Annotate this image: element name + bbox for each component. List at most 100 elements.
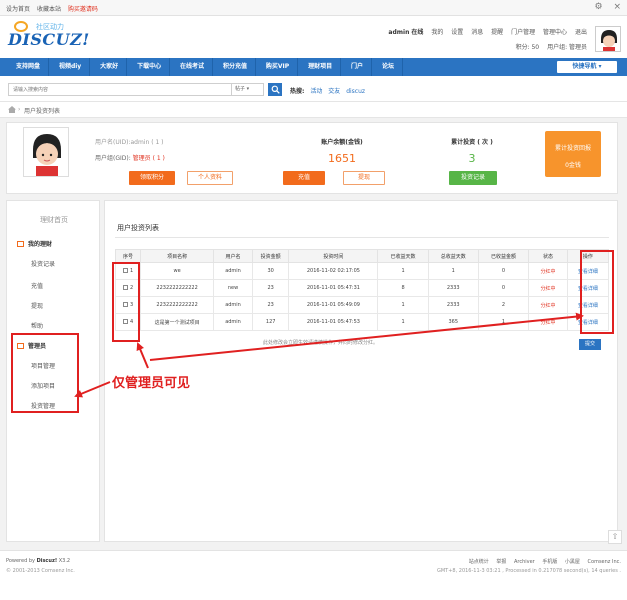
total-days-cell: 1	[427, 262, 479, 280]
username-cell: admin	[213, 313, 253, 331]
column-header: 已收益金额	[477, 249, 530, 263]
total-days-cell: 2333	[427, 279, 479, 297]
nav-item-netdisk[interactable]: 支持网盘	[8, 58, 50, 76]
breadcrumb: › 用户投资列表	[0, 102, 627, 118]
nav-item-hello[interactable]: 大家好	[92, 58, 128, 76]
sidebar-item-help[interactable]: 帮助	[31, 321, 43, 330]
footer-link-mobile[interactable]: 手机版	[542, 559, 557, 565]
usergroup-link[interactable]: 用户组: 管理员	[547, 44, 587, 51]
sidebar-item-investment-record[interactable]: 投资记录	[31, 259, 55, 268]
my-link[interactable]: 我的	[431, 29, 443, 36]
project-name-cell: 这是第一个测试项目	[140, 313, 215, 331]
buy-invite-link[interactable]: 购买邀请码	[68, 6, 98, 13]
breadcrumb-current: 用户投资列表	[24, 108, 61, 115]
page-title: 用户投资列表	[117, 224, 159, 232]
footer-link-comsenz[interactable]: Comsenz Inc.	[588, 559, 621, 565]
discuz-logo[interactable]: 社区动力 DISCUZ!	[6, 20, 89, 54]
sidebar-item-investment-manage[interactable]: 投资管理	[31, 401, 55, 410]
time-cell: 2016-11-01 05:47:53	[288, 313, 379, 331]
recharge-button[interactable]: 充值	[283, 171, 325, 185]
time-cell: 2016-11-02 02:17:05	[288, 262, 379, 280]
hot-word-link[interactable]: 活动	[310, 88, 322, 95]
sidebar-title[interactable]: 理财首页	[7, 215, 101, 225]
sidebar-section-admin[interactable]: 管理员	[17, 341, 46, 350]
action-column-highlight	[580, 250, 614, 334]
withdraw-button[interactable]: 提现	[343, 171, 385, 185]
user-links-row1: admin 在线 我的 设置 消息 提醒 门户管理 管理中心 退出	[382, 27, 587, 36]
table-row: 4 这是第一个测试项目 admin 127 2016-11-01 05:47:5…	[114, 313, 610, 331]
search-scope-select[interactable]: 帖子 ▾	[232, 83, 264, 96]
search-bar: 帖子 ▾ 热搜: 活动 交友 discuz	[0, 76, 627, 102]
site-header: 社区动力 DISCUZ! admin 在线 我的 设置 消息 提醒 门户管理 管…	[0, 16, 627, 58]
footer-link-archiver[interactable]: Archiver	[514, 559, 535, 565]
column-header: 总收益天数	[427, 249, 479, 263]
nav-item-buy-vip[interactable]: 购买VIP	[258, 58, 299, 76]
bookmark-link[interactable]: 收藏本站	[37, 6, 61, 13]
profile-avatar	[23, 127, 69, 177]
avatar-icon	[24, 128, 68, 176]
sidebar-item-withdraw[interactable]: 提现	[31, 301, 43, 310]
set-homepage-link[interactable]: 设为首页	[6, 6, 30, 13]
nav-item-forum[interactable]: 论坛	[374, 58, 403, 76]
close-icon[interactable]: ×	[613, 2, 621, 12]
column-header: 已收益天数	[377, 249, 429, 263]
home-icon[interactable]	[8, 106, 16, 113]
scroll-top-icon[interactable]: ⇧	[608, 530, 622, 544]
search-input[interactable]	[8, 83, 232, 96]
portal-admin-link[interactable]: 门户管理	[511, 29, 535, 36]
amount-cell: 23	[251, 296, 290, 314]
logout-link[interactable]: 退出	[575, 29, 587, 36]
site-footer: Powered by Discuz! X3.2 © 2001-2013 Coms…	[0, 550, 627, 600]
powered-brand-link[interactable]: Discuz!	[37, 558, 58, 564]
investment-return-card[interactable]: 累计投资回报 0金钱	[545, 131, 601, 177]
messages-link[interactable]: 消息	[471, 29, 483, 36]
column-header: 投资金额	[251, 249, 290, 263]
amount-cell: 23	[251, 279, 290, 297]
admin-center-link[interactable]: 管理中心	[543, 29, 567, 36]
claim-points-button[interactable]: 领取积分	[129, 171, 175, 185]
wallet-icon	[17, 241, 24, 247]
submit-button[interactable]: 提交	[579, 339, 601, 350]
hot-word-link[interactable]: discuz	[346, 88, 365, 95]
investment-record-button[interactable]: 投资记录	[449, 171, 497, 185]
investment-return-label: 累计投资回报	[554, 145, 591, 152]
sidebar-item-add-project[interactable]: 添加项目	[31, 381, 55, 390]
nav-item-download[interactable]: 下载中心	[129, 58, 171, 76]
username-link[interactable]: admin 在线	[388, 29, 423, 36]
personal-info-button[interactable]: 个人资料	[187, 171, 233, 185]
profile-usergroup: 用户组(GID): 管理员 ( 1 )	[95, 153, 165, 162]
column-header: 序号	[114, 249, 142, 263]
sidebar-item-recharge[interactable]: 充值	[31, 281, 43, 290]
nav-item-points-recharge[interactable]: 积分充值	[215, 58, 256, 76]
nav-item-exam[interactable]: 在线考试	[172, 58, 214, 76]
total-days-cell: 365	[427, 313, 479, 331]
header-avatar[interactable]	[595, 26, 621, 52]
sidebar-item-project-manage[interactable]: 项目管理	[31, 361, 55, 370]
usergroup-value: 管理员 ( 1 )	[132, 155, 165, 162]
sidebar-section-label: 我的理财	[28, 241, 53, 248]
settings-icon[interactable]: ⚙	[595, 2, 603, 12]
footer-link-report[interactable]: 举报	[496, 559, 506, 565]
nav-item-video-diy[interactable]: 视频diy	[51, 58, 91, 76]
status-cell: 分红中	[528, 313, 568, 331]
earned-amount-cell: 1	[477, 313, 530, 331]
settings-link[interactable]: 设置	[451, 29, 463, 36]
points-link[interactable]: 积分: 50	[516, 44, 540, 51]
time-cell: 2016-11-01 05:49:09	[288, 296, 379, 314]
hot-word-link[interactable]: 交友	[328, 88, 340, 95]
project-name-cell: 2232222222222	[140, 296, 215, 314]
notifications-link[interactable]: 提醒	[491, 29, 503, 36]
footer-link-stats[interactable]: 站点统计	[469, 559, 489, 565]
nav-item-finance[interactable]: 理财项目	[300, 58, 342, 76]
nav-items: 支持网盘 视频diy 大家好 下载中心 在线考试 积分充值 购买VIP 理财项目…	[8, 58, 403, 76]
sidebar-section-my-finance[interactable]: 我的理财	[17, 239, 52, 248]
footer-link-blackroom[interactable]: 小黑屋	[565, 559, 580, 565]
usergroup-label: 用户组(GID):	[95, 155, 131, 162]
earned-amount-cell: 0	[477, 279, 530, 297]
nav-item-portal[interactable]: 门户	[343, 58, 373, 76]
column-header: 项目名称	[140, 249, 215, 263]
search-button[interactable]	[268, 83, 282, 96]
quick-nav-button[interactable]: 快捷导航 ▾	[557, 61, 617, 73]
main-nav: 支持网盘 视频diy 大家好 下载中心 在线考试 积分充值 购买VIP 理财项目…	[0, 58, 627, 76]
column-header: 投资时间	[288, 249, 379, 263]
